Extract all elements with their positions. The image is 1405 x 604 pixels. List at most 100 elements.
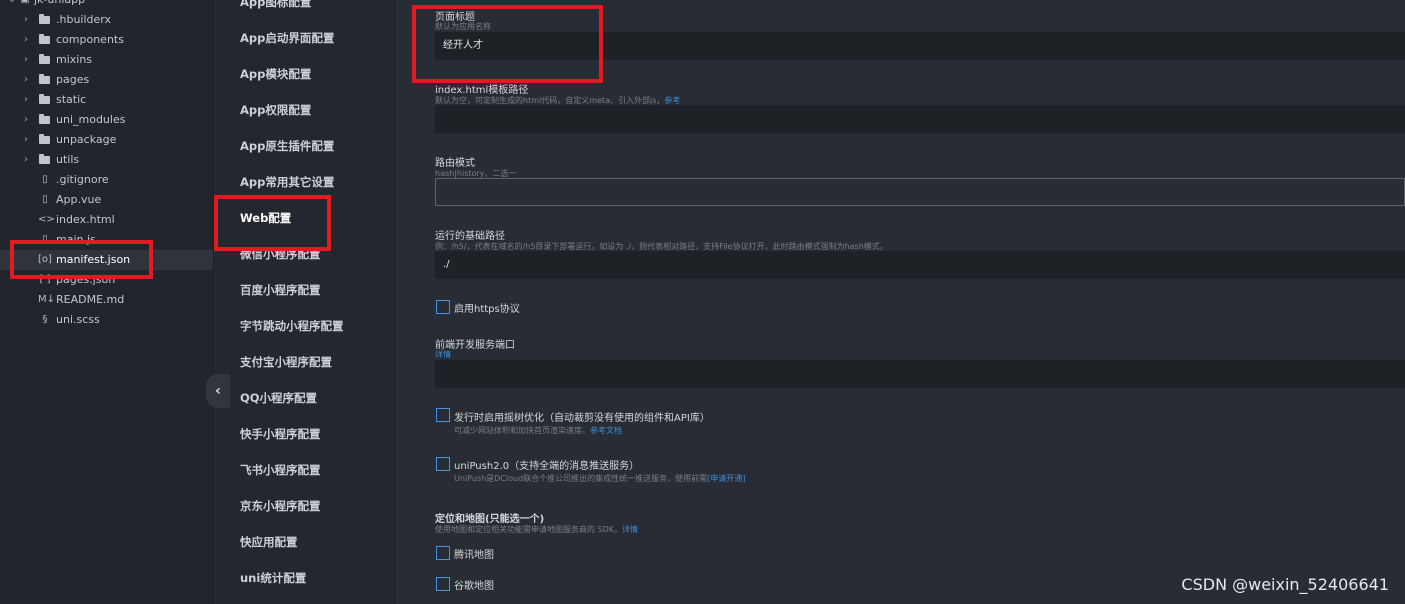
tree-item-label: index.html [56, 213, 115, 226]
tree-root[interactable]: ⌄ ▣ jk-uniapp [0, 0, 213, 10]
treeshake-hint: 可减少网站体积和加快首页渲染速度。参考文档 [454, 426, 622, 435]
menu-item[interactable]: 飞书小程序配置 [240, 462, 321, 478]
tree-item-label: pages [56, 73, 90, 86]
treeshake-checkbox[interactable] [436, 408, 450, 422]
html-file-icon: <> [38, 214, 55, 225]
chevron-right-icon[interactable]: › [24, 10, 28, 30]
tree-item-label: components [56, 33, 124, 46]
router-mode-input[interactable] [435, 178, 1405, 206]
menu-item[interactable]: 百度小程序配置 [240, 282, 321, 298]
tree-item[interactable]: ▯ App.vue [0, 190, 213, 210]
tree-item[interactable]: › utils [0, 150, 213, 170]
menu-item[interactable]: App图标配置 [240, 0, 311, 10]
tencent-map-checkbox[interactable] [436, 546, 450, 560]
folder-icon [39, 94, 50, 104]
map-section-hint: 使用地图和定位相关功能需申请地图服务商的 SDK，详情 [435, 525, 639, 534]
vue-file-icon: ▯ [42, 194, 48, 205]
chevron-right-icon[interactable]: › [24, 70, 28, 90]
tree-item-label: mixins [56, 53, 93, 66]
tree-item-label: static [56, 93, 87, 106]
chevron-right-icon[interactable]: › [24, 50, 28, 70]
unipush-checkbox[interactable] [436, 457, 450, 471]
tree-item[interactable]: ▯ .gitignore [0, 170, 213, 190]
menu-item[interactable]: QQ小程序配置 [240, 390, 317, 406]
tree-item-label: uni_modules [56, 113, 126, 126]
tree-item[interactable]: M↓ README.md [0, 290, 213, 310]
folder-icon [39, 134, 50, 144]
template-path-label: index.html模板路径 [435, 85, 529, 96]
project-explorer: ⌄ ▣ jk-uniapp › .hbuilderx › components › mix… [0, 0, 214, 604]
markdown-file-icon: M↓ [38, 294, 56, 305]
menu-item[interactable]: App模块配置 [240, 66, 311, 82]
map-details-link[interactable]: 详情 [622, 525, 638, 534]
tree-item-label: .hbuilderx [56, 13, 112, 26]
folder-icon [39, 14, 50, 24]
chevron-right-icon[interactable]: › [24, 110, 28, 130]
chevron-down-icon[interactable]: ⌄ [8, 0, 16, 10]
menu-item[interactable]: 字节跳动小程序配置 [240, 318, 344, 334]
tree-item[interactable]: <> index.html [0, 210, 213, 230]
chevron-left-icon: ‹ [215, 383, 221, 399]
menu-item[interactable]: 快应用配置 [240, 534, 298, 550]
google-map-checkbox[interactable] [436, 577, 450, 591]
menu-item[interactable]: App原生插件配置 [240, 138, 334, 154]
highlight-web-config [214, 195, 331, 251]
menu-item[interactable]: 京东小程序配置 [240, 498, 321, 514]
manifest-settings-menu: App图标配置 App启动界面配置 App模块配置 App权限配置 App原生插件配置 A… [215, 0, 395, 604]
unipush-label: uniPush2.0（支持全端的消息推送服务） [454, 461, 640, 472]
tencent-map-label: 腾讯地图 [454, 550, 494, 561]
file-icon: ▯ [42, 174, 48, 185]
base-path-input[interactable]: ./ [435, 251, 1405, 279]
base-path-value: ./ [443, 259, 450, 270]
folder-icon [39, 54, 50, 64]
google-map-label: 谷歌地图 [454, 581, 494, 592]
tree-item-label: App.vue [56, 193, 102, 206]
template-reference-link[interactable]: 参考 [664, 96, 680, 105]
tree-item-label: utils [56, 153, 80, 166]
scss-file-icon: § [42, 314, 48, 325]
chevron-right-icon[interactable]: › [24, 90, 28, 110]
dev-port-details-link[interactable]: 详情 [435, 349, 451, 360]
chevron-right-icon[interactable]: › [24, 30, 28, 50]
highlight-page-title [412, 5, 603, 83]
tree-item[interactable]: › unpackage [0, 130, 213, 150]
chevron-right-icon[interactable]: › [24, 150, 28, 170]
template-path-input[interactable] [435, 105, 1405, 133]
https-checkbox[interactable] [436, 300, 450, 314]
folder-icon [39, 34, 50, 44]
folder-icon [39, 74, 50, 84]
treeshake-label: 发行时启用摇树优化（自动裁剪没有使用的组件和API库） [454, 413, 710, 424]
folder-icon [39, 154, 50, 164]
tree-item[interactable]: › mixins [0, 50, 213, 70]
tree-item[interactable]: › .hbuilderx [0, 10, 213, 30]
tree-item[interactable]: § uni.scss [0, 310, 213, 330]
menu-item[interactable]: 快手小程序配置 [240, 426, 321, 442]
dev-port-input[interactable] [435, 360, 1405, 388]
treeshake-docs-link[interactable]: 参考文档 [590, 426, 622, 435]
tree-item-label: unpackage [56, 133, 117, 146]
menu-item[interactable]: App常用其它设置 [240, 174, 334, 190]
tree-root-label: jk-uniapp [34, 0, 85, 10]
watermark: CSDN @weixin_52406641 [1181, 575, 1389, 594]
menu-item[interactable]: uni统计配置 [240, 570, 306, 586]
highlight-manifest-file [10, 240, 153, 279]
tree-item[interactable]: › pages [0, 70, 213, 90]
unipush-apply-link[interactable]: [申请开通] [707, 474, 745, 483]
menu-item[interactable]: 支付宝小程序配置 [240, 354, 332, 370]
folder-icon [39, 114, 50, 124]
tree-item[interactable]: › uni_modules [0, 110, 213, 130]
tree-item[interactable]: › static [0, 90, 213, 110]
map-section-label: 定位和地图(只能选一个) [435, 514, 545, 525]
tree-item[interactable]: › components [0, 30, 213, 50]
project-icon: ▣ [18, 0, 32, 10]
collapse-menu-button[interactable]: ‹ [206, 374, 230, 408]
unipush-hint: UniPush是DCloud联合个推公司推出的集成性统一推送服务，使用前需[申请… [454, 474, 746, 483]
web-config-panel: 页面标题 默认为应用名称 经开人才 index.html模板路径 默认为空，可定… [396, 0, 1405, 604]
router-mode-label: 路由模式 [435, 158, 475, 169]
tree-item-label: uni.scss [56, 313, 100, 326]
base-path-label: 运行的基础路径 [435, 231, 505, 242]
chevron-right-icon[interactable]: › [24, 130, 28, 150]
menu-item[interactable]: App启动界面配置 [240, 30, 334, 46]
menu-item[interactable]: App权限配置 [240, 102, 311, 118]
tree-item-label: .gitignore [56, 173, 109, 186]
